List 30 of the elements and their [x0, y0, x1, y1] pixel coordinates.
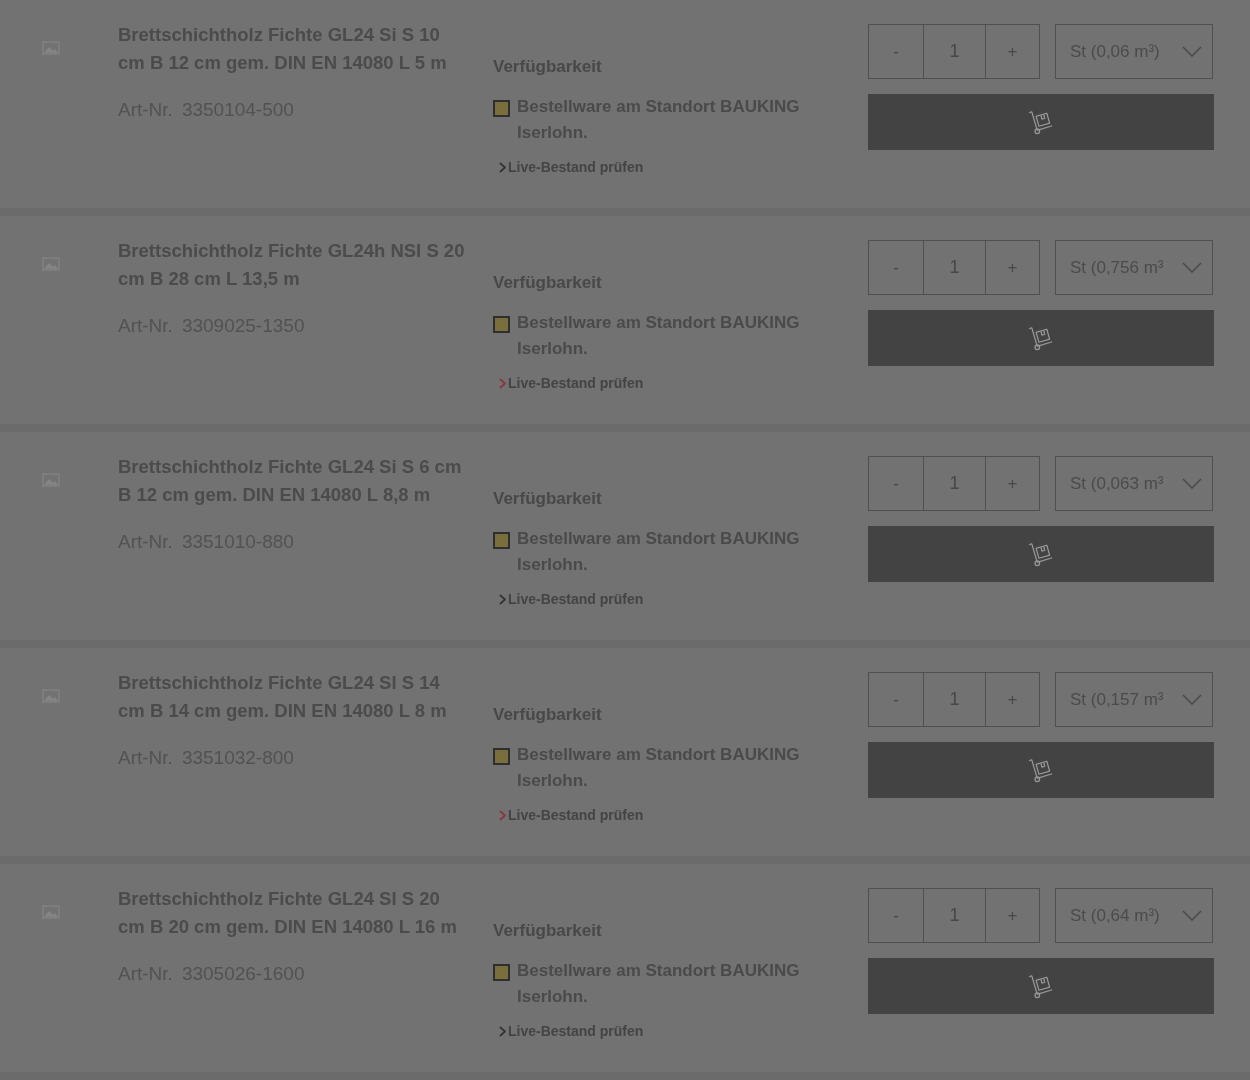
- hand-truck-icon: [1027, 541, 1055, 567]
- hand-truck-icon: [1027, 325, 1055, 351]
- status-square-icon: [493, 964, 510, 981]
- increment-button[interactable]: +: [985, 24, 1040, 79]
- decrement-button[interactable]: -: [868, 240, 924, 295]
- status-square-icon: [493, 316, 510, 333]
- decrement-button[interactable]: -: [868, 456, 924, 511]
- decrement-button[interactable]: -: [868, 888, 924, 943]
- hand-truck-icon: [1027, 973, 1055, 999]
- status-square-icon: [493, 748, 510, 765]
- decrement-button[interactable]: -: [868, 24, 924, 79]
- caret-icon: [1182, 694, 1202, 705]
- caret-icon: [1182, 910, 1202, 921]
- add-to-cart-button[interactable]: [868, 94, 1214, 150]
- increment-button[interactable]: +: [985, 456, 1040, 511]
- status-square-icon: [493, 100, 510, 117]
- decrement-button[interactable]: -: [868, 672, 924, 727]
- hand-truck-icon: [1027, 109, 1055, 135]
- add-to-cart-button[interactable]: [868, 310, 1214, 366]
- caret-icon: [1182, 46, 1202, 57]
- caret-icon: [1182, 262, 1202, 273]
- caret-icon: [1182, 478, 1202, 489]
- add-to-cart-button[interactable]: [868, 526, 1214, 582]
- status-square-icon: [493, 532, 510, 549]
- increment-button[interactable]: +: [985, 888, 1040, 943]
- hand-truck-icon: [1027, 757, 1055, 783]
- add-to-cart-button[interactable]: [868, 958, 1214, 1014]
- increment-button[interactable]: +: [985, 672, 1040, 727]
- increment-button[interactable]: +: [985, 240, 1040, 295]
- add-to-cart-button[interactable]: [868, 742, 1214, 798]
